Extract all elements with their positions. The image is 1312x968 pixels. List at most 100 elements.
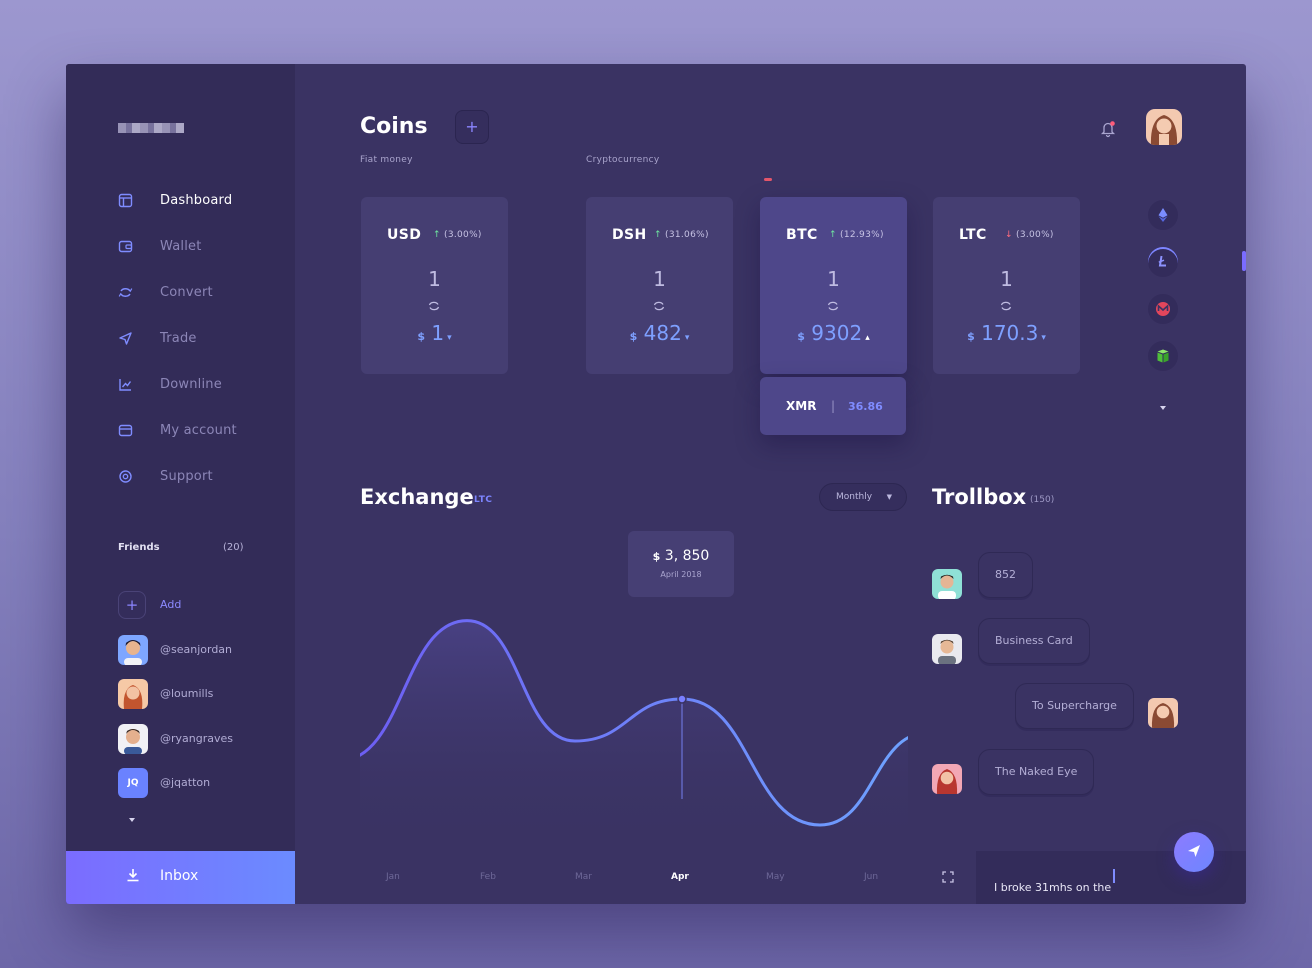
trollbox-title: Trollbox xyxy=(932,485,1027,509)
coin-card-btc[interactable]: BTC ↑ (12.93%) 1 $ 9302 ▴ xyxy=(760,197,907,374)
exchange-tag: LTC xyxy=(474,495,493,505)
chat-message[interactable]: 852 xyxy=(978,552,1033,598)
month-label[interactable]: May xyxy=(766,872,785,882)
sidebar: Dashboard Wallet Convert Trade Downline … xyxy=(66,64,295,904)
coin-price: $ 1 ▾ xyxy=(417,321,452,345)
coin-change: ↑ (3.00%) xyxy=(433,230,482,240)
chart-area xyxy=(360,620,908,849)
text-cursor xyxy=(1113,869,1115,883)
friend-name: @loumills xyxy=(160,687,214,700)
xmr-value: 36.86 xyxy=(848,400,883,413)
friend-item[interactable]: @seanjordan xyxy=(118,635,288,665)
nav-item-my-account[interactable]: My account xyxy=(66,416,295,446)
download-icon xyxy=(127,869,139,882)
coin-card-ltc[interactable]: LTC ↓ (3.00%) 1 $ 170.3 ▾ xyxy=(933,197,1080,374)
convert-icon xyxy=(653,301,665,311)
nav-label: Convert xyxy=(160,285,213,300)
nav-item-convert[interactable]: Convert xyxy=(66,278,295,308)
month-label[interactable]: Mar xyxy=(575,872,592,882)
coin-price: $ 482 ▾ xyxy=(629,321,690,345)
expand-icon[interactable] xyxy=(942,871,954,883)
avatar[interactable] xyxy=(932,569,962,599)
nav-item-dashboard[interactable]: Dashboard xyxy=(66,186,295,216)
add-friend-label[interactable]: Add xyxy=(160,598,181,611)
send-icon xyxy=(1188,845,1200,857)
account-icon xyxy=(118,424,133,437)
avatar xyxy=(118,724,148,754)
avatar[interactable] xyxy=(932,764,962,794)
avatar xyxy=(118,635,148,665)
convert-icon xyxy=(827,301,839,311)
month-label[interactable]: Jan xyxy=(386,872,400,882)
add-friend-button[interactable]: + xyxy=(118,591,146,619)
inbox-button[interactable]: Inbox xyxy=(66,851,295,904)
convert-icon xyxy=(428,301,440,311)
avatar-initials: JQ xyxy=(118,768,148,798)
convert-icon xyxy=(1000,301,1012,311)
user-avatar[interactable] xyxy=(1146,109,1182,145)
coin-change: ↑ (12.93%) xyxy=(829,230,884,240)
friend-name: @ryangraves xyxy=(160,732,233,745)
trollbox-count: (150) xyxy=(1030,495,1055,505)
nav-item-support[interactable]: Support xyxy=(66,462,295,492)
inbox-label: Inbox xyxy=(160,868,199,884)
avatar[interactable] xyxy=(1148,698,1178,728)
nav-label: Dashboard xyxy=(160,193,233,208)
coin-rail-eth[interactable] xyxy=(1148,200,1178,230)
coin-symbol: USD xyxy=(387,227,422,243)
fiat-label: Fiat money xyxy=(360,155,413,165)
coin-price: $ 9302 ▴ xyxy=(797,321,870,345)
friend-name: @jqatton xyxy=(160,776,211,789)
chevron-down-icon[interactable] xyxy=(128,816,136,824)
chat-message[interactable]: Business Card xyxy=(978,618,1090,664)
convert-icon xyxy=(118,288,133,297)
app-window: Dashboard Wallet Convert Trade Downline … xyxy=(66,64,1246,904)
nav-label: Support xyxy=(160,469,213,484)
month-label[interactable]: Jun xyxy=(864,872,878,882)
notification-bell-icon[interactable] xyxy=(1100,120,1116,138)
crypto-label: Cryptocurrency xyxy=(586,155,660,165)
nav-label: Trade xyxy=(160,331,197,346)
month-label[interactable]: Feb xyxy=(480,872,496,882)
coin-rail-neo[interactable] xyxy=(1148,341,1178,371)
coin-dropdown-xmr[interactable]: XMR | 36.86 xyxy=(760,377,906,435)
coin-price: $ 170.3 ▾ xyxy=(967,321,1046,345)
litecoin-icon xyxy=(1158,255,1166,267)
support-icon xyxy=(119,470,132,483)
scroll-indicator xyxy=(1242,251,1246,271)
coin-symbol: DSH xyxy=(612,227,647,243)
coin-card-usd[interactable]: USD ↑ (3.00%) 1 $ 1 ▾ xyxy=(361,197,508,374)
alert-marker xyxy=(764,178,772,181)
nav-item-downline[interactable]: Downline xyxy=(66,370,295,400)
monero-icon xyxy=(1156,302,1170,316)
nav-label: My account xyxy=(160,423,237,438)
coins-title: Coins xyxy=(360,114,428,139)
xmr-separator: | xyxy=(831,399,836,413)
xmr-symbol: XMR xyxy=(786,399,817,413)
friend-item[interactable]: JQ @jqatton xyxy=(118,768,288,798)
friends-count: (20) xyxy=(223,542,244,553)
friend-item[interactable]: @ryangraves xyxy=(118,724,288,754)
coin-rail-xmr[interactable] xyxy=(1148,294,1178,324)
period-select[interactable]: Monthly ▼ xyxy=(819,483,907,511)
trade-icon xyxy=(119,332,132,345)
coin-amount: 1 xyxy=(827,267,840,291)
nav-item-trade[interactable]: Trade xyxy=(66,324,295,354)
month-label-active[interactable]: Apr xyxy=(671,872,689,882)
chat-message[interactable]: The Naked Eye xyxy=(978,749,1095,795)
coin-change: ↓ (3.00%) xyxy=(1005,230,1054,240)
add-coin-button[interactable]: + xyxy=(455,110,489,144)
chat-message-own[interactable]: To Supercharge xyxy=(1015,683,1134,729)
chart-highlight-point[interactable] xyxy=(677,694,687,704)
exchange-title: Exchange xyxy=(360,485,474,509)
tooltip-value: $ 3, 850 xyxy=(652,548,710,564)
coin-card-dsh[interactable]: DSH ↑ (31.06%) 1 $ 482 ▾ xyxy=(586,197,733,374)
nav-label: Wallet xyxy=(160,239,202,254)
nav-item-wallet[interactable]: Wallet xyxy=(66,232,295,262)
chevron-down-icon[interactable] xyxy=(1159,404,1167,412)
friend-item[interactable]: @loumills xyxy=(118,679,288,709)
ethereum-icon xyxy=(1158,208,1168,222)
send-button[interactable] xyxy=(1174,832,1214,872)
coin-rail-ltc[interactable] xyxy=(1148,247,1178,277)
avatar[interactable] xyxy=(932,634,962,664)
